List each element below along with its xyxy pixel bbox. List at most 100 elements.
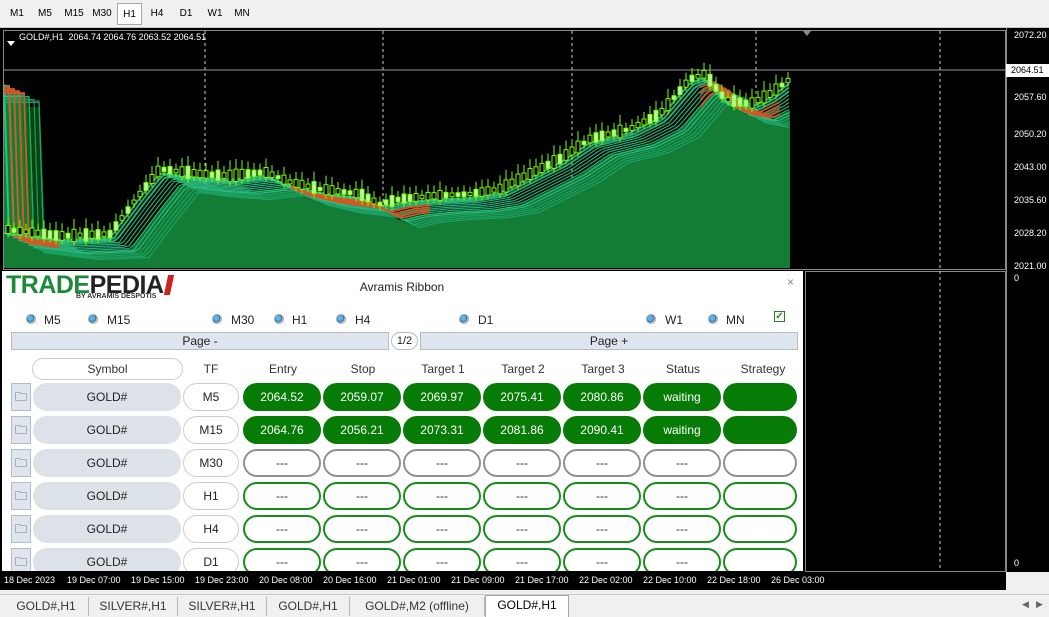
tab-gold-h1[interactable]: GOLD#,H1	[4, 597, 89, 616]
symbol-cell[interactable]: GOLD#	[33, 515, 181, 543]
strategy-cell	[723, 548, 797, 571]
tab-silver-h1[interactable]: SILVER#,H1	[89, 597, 178, 616]
time-label: 19 Dec 07:00	[67, 575, 121, 585]
header-symbol: Symbol	[32, 358, 183, 380]
tf-button-mn[interactable]: MN	[229, 3, 255, 25]
time-label: 21 Dec 09:00	[451, 575, 505, 585]
radio-label-m5: M5	[44, 313, 61, 327]
radio-h1[interactable]	[274, 314, 284, 324]
radio-h4[interactable]	[336, 314, 346, 324]
symbol-cell[interactable]: GOLD#	[33, 416, 181, 444]
tf-cell: M15	[183, 416, 239, 444]
folder-icon[interactable]: 🗀	[11, 482, 31, 510]
price-label: 2028.20	[1014, 228, 1047, 238]
tab-scroll-left-icon[interactable]: ◀	[1022, 599, 1029, 610]
tab-gold-h1-2[interactable]: GOLD#,H1	[267, 597, 350, 616]
radio-mn[interactable]	[708, 314, 718, 324]
radio-d1[interactable]	[459, 314, 469, 324]
page-next-button[interactable]: Page +	[420, 332, 798, 350]
tf-button-d1[interactable]: D1	[172, 3, 200, 25]
stop-cell: ---	[323, 482, 401, 510]
status-cell: ---	[643, 548, 721, 571]
tf-cell: M30	[183, 449, 239, 477]
target2-cell: ---	[483, 449, 561, 477]
tf-button-m15[interactable]: M15	[60, 3, 88, 25]
status-cell: waiting	[643, 383, 721, 411]
time-label: 20 Dec 16:00	[323, 575, 377, 585]
tf-cell: M5	[183, 383, 239, 411]
page-indicator: 1/2	[391, 332, 418, 350]
entry-cell: ---	[243, 449, 321, 477]
radio-label-m15: M15	[107, 313, 131, 327]
price-label: 2072.20	[1014, 30, 1047, 40]
header-target3: Target 3	[581, 362, 625, 376]
price-label: 2043.00	[1014, 162, 1047, 172]
radio-label-d1: D1	[478, 313, 494, 327]
time-label: 26 Dec 03:00	[771, 575, 825, 585]
tab-scroll-right-icon[interactable]: ▶	[1036, 599, 1043, 610]
tab-gold-h1-active[interactable]: GOLD#,H1	[485, 595, 569, 617]
logo-subtitle: BY AVRAMIS DESPOTIS	[76, 293, 157, 300]
radio-w1[interactable]	[646, 314, 656, 324]
entry-cell: ---	[243, 482, 321, 510]
target3-cell: ---	[563, 515, 641, 543]
time-label: 22 Dec 18:00	[707, 575, 761, 585]
target1-cell: ---	[403, 548, 481, 571]
target2-cell: 2081.86	[483, 416, 561, 444]
radio-m30[interactable]	[212, 314, 222, 324]
price-label: 2050.20	[1014, 129, 1047, 139]
table-row: 🗀 GOLD# M15 2064.76 2056.21 2073.31 2081…	[2, 415, 803, 446]
symbol-cell[interactable]: GOLD#	[33, 482, 181, 510]
tf-button-h4[interactable]: H4	[143, 3, 171, 25]
strategy-cell	[723, 449, 797, 477]
tf-cell: H4	[183, 515, 239, 543]
tab-silver-h1-2[interactable]: SILVER#,H1	[178, 597, 267, 616]
time-label: 22 Dec 02:00	[579, 575, 633, 585]
folder-icon[interactable]: 🗀	[11, 383, 31, 411]
status-cell: ---	[643, 482, 721, 510]
tf-cell: D1	[183, 548, 239, 571]
folder-icon[interactable]: 🗀	[11, 416, 31, 444]
header-target2: Target 2	[501, 362, 545, 376]
table-row: 🗀 GOLD# M30 --- --- --- --- --- ---	[2, 448, 803, 479]
enable-checkbox[interactable]: ✓	[774, 311, 785, 322]
radio-m5[interactable]	[26, 314, 36, 324]
symbol-cell[interactable]: GOLD#	[33, 449, 181, 477]
tf-button-m30[interactable]: M30	[88, 3, 116, 25]
symbol-cell[interactable]: GOLD#	[33, 548, 181, 571]
radio-m15[interactable]	[88, 314, 98, 324]
close-icon[interactable]: ×	[787, 275, 794, 289]
tf-button-m5[interactable]: M5	[31, 3, 59, 25]
current-price-tag: 2064.51	[1006, 64, 1049, 77]
header-strategy: Strategy	[740, 362, 786, 376]
status-cell: waiting	[643, 416, 721, 444]
strategy-cell	[723, 383, 797, 411]
tab-gold-m2-offline[interactable]: GOLD#,M2 (offline)	[350, 597, 485, 616]
target2-cell: ---	[483, 515, 561, 543]
target2-cell: ---	[483, 482, 561, 510]
time-label: 18 Dec 2023	[4, 575, 56, 585]
header-status: Status	[665, 362, 701, 376]
folder-icon[interactable]: 🗀	[11, 515, 31, 543]
header-stop: Stop	[350, 362, 376, 376]
folder-icon[interactable]: 🗀	[11, 449, 31, 477]
tf-button-w1[interactable]: W1	[201, 3, 229, 25]
radio-label-w1: W1	[665, 313, 683, 327]
tf-button-h1[interactable]: H1	[117, 3, 142, 25]
table-row: 🗀 GOLD# D1 --- --- --- --- --- ---	[2, 547, 803, 571]
symbol-cell[interactable]: GOLD#	[33, 383, 181, 411]
tf-cell: H1	[183, 482, 239, 510]
chart-dropdown-icon[interactable]	[7, 34, 15, 46]
table-row: 🗀 GOLD# H1 --- --- --- --- --- ---	[2, 481, 803, 512]
time-axis: 18 Dec 2023 19 Dec 07:00 19 Dec 15:00 19…	[0, 572, 1006, 590]
strategy-cell	[723, 416, 797, 444]
folder-icon[interactable]: 🗀	[11, 548, 31, 571]
stop-cell: 2056.21	[323, 416, 401, 444]
tf-button-m1[interactable]: M1	[4, 3, 30, 25]
time-label: 19 Dec 23:00	[195, 575, 249, 585]
panel-title: Avramis Ribbon	[359, 280, 445, 294]
target2-cell: 2075.41	[483, 383, 561, 411]
page-prev-button[interactable]: Page -	[11, 332, 389, 350]
target2-cell: ---	[483, 548, 561, 571]
time-label: 22 Dec 10:00	[643, 575, 697, 585]
